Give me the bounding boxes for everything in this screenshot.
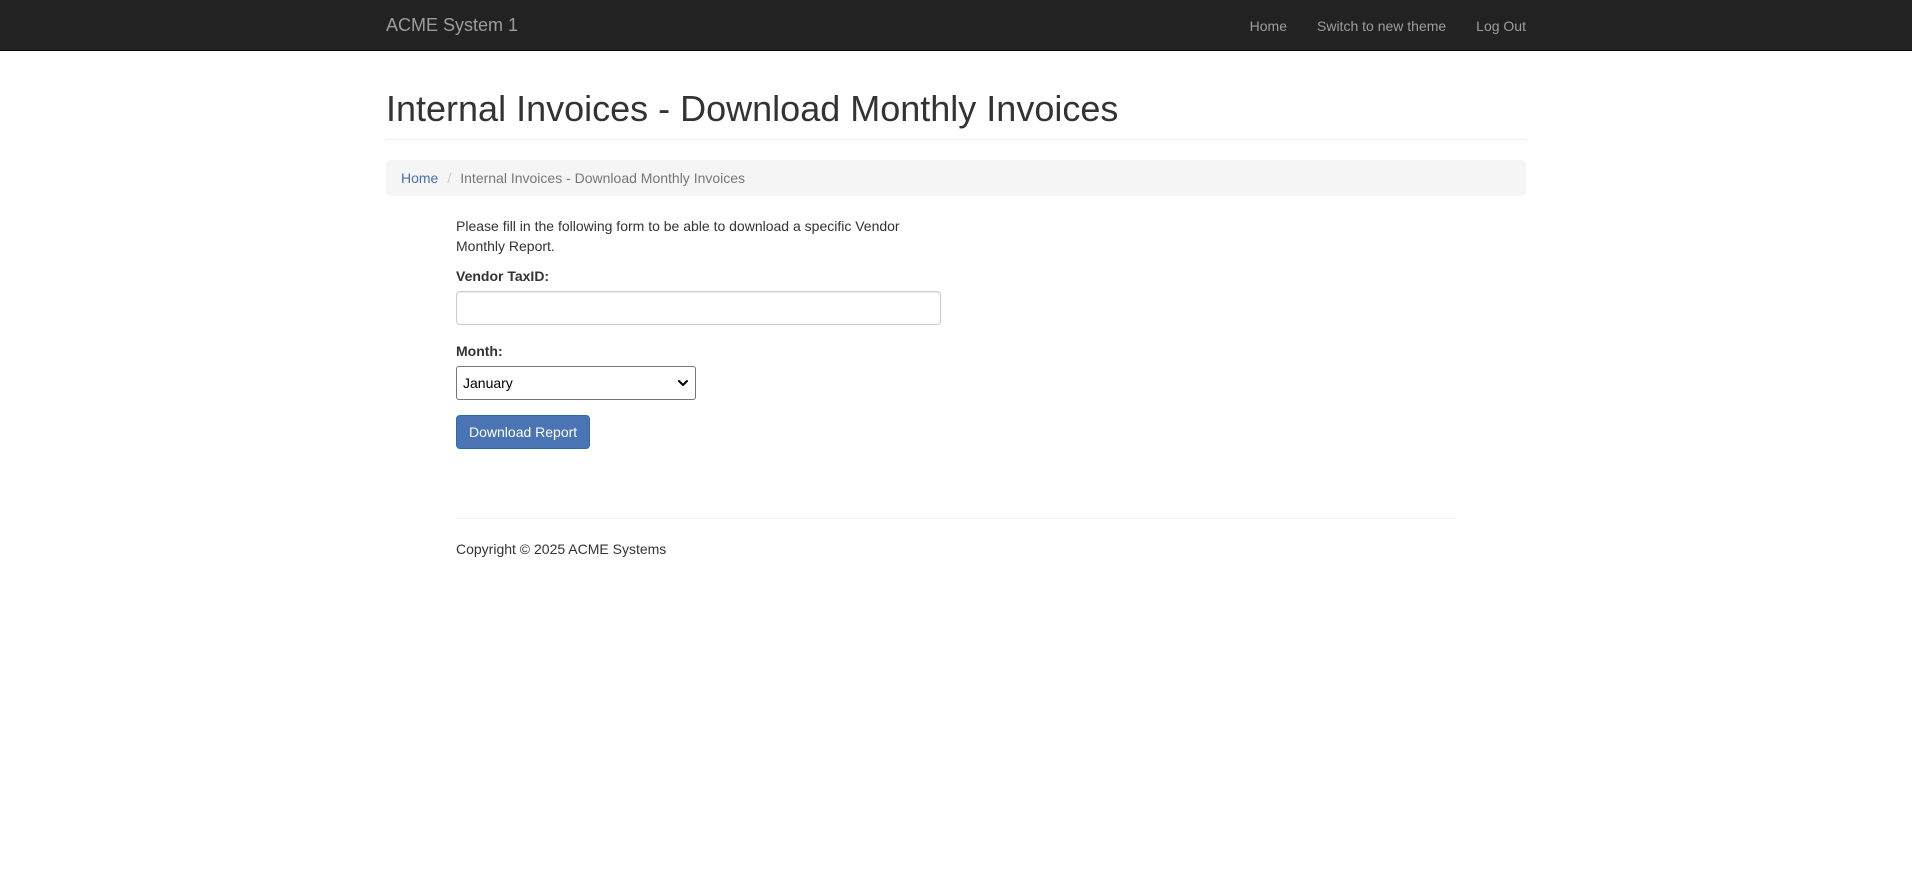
brand-link[interactable]: ACME System 1 — [386, 0, 518, 51]
nav-switch-theme-link[interactable]: Switch to new theme — [1302, 1, 1461, 51]
footer-copyright: Copyright © 2025 ACME Systems — [456, 541, 667, 557]
breadcrumb-current: Internal Invoices - Download Monthly Inv… — [460, 170, 746, 186]
breadcrumb: Home / Internal Invoices - Download Mont… — [386, 160, 1526, 196]
nav-links: Home Switch to new theme Log Out — [1235, 0, 1526, 51]
nav-home-link[interactable]: Home — [1235, 1, 1302, 51]
top-navbar: ACME System 1 Home Switch to new theme L… — [0, 0, 1912, 51]
month-label: Month: — [456, 343, 503, 359]
vendor-taxid-input[interactable] — [456, 291, 941, 325]
download-report-button[interactable]: Download Report — [456, 415, 591, 449]
header-divider — [386, 139, 1526, 140]
download-report-form: Please fill in the following form to be … — [456, 216, 941, 449]
nav-logout-link[interactable]: Log Out — [1461, 1, 1526, 51]
footer-divider — [456, 518, 1456, 519]
page-title: Internal Invoices - Download Monthly Inv… — [386, 88, 1119, 129]
form-intro-text: Please fill in the following form to be … — [456, 218, 900, 254]
breadcrumb-separator: / — [447, 170, 452, 186]
month-select[interactable]: January — [456, 366, 696, 400]
vendor-taxid-label: Vendor TaxID: — [456, 268, 550, 284]
chevron-down-icon — [678, 380, 688, 386]
month-select-value: January — [463, 375, 513, 391]
breadcrumb-home-link[interactable]: Home — [401, 170, 438, 186]
